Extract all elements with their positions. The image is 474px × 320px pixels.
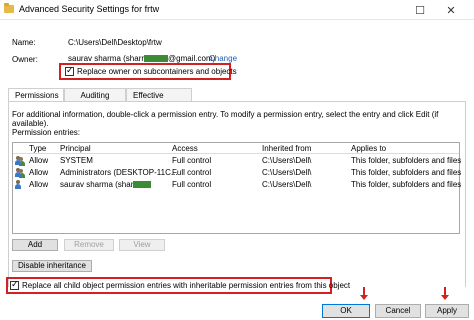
cell-access: Full control (172, 168, 212, 177)
cell-principal: saurav sharma (shar (60, 180, 152, 189)
table-header: Type Principal Access Inherited from App… (13, 143, 459, 154)
apply-button[interactable]: Apply (425, 304, 469, 318)
permission-entries-label: Permission entries: (12, 128, 81, 137)
replace-child-checkbox[interactable] (10, 279, 19, 290)
folder-icon (4, 3, 14, 13)
arrow-icon (360, 287, 368, 300)
cell-inherited: C:\Users\Dell\ (262, 156, 312, 165)
user-icon (15, 180, 25, 190)
table-row[interactable]: Allow saurav sharma (shar Full control C… (13, 179, 462, 191)
owner-label: Owner: (12, 55, 38, 64)
redacted-block (144, 55, 169, 63)
replace-owner-checkbox[interactable] (65, 65, 74, 76)
table-row[interactable]: Allow Administrators (DESKTOP-11C... Ful… (13, 167, 462, 179)
replace-owner-label: Replace owner on subcontainers and objec… (77, 67, 237, 76)
title-bar: Advanced Security Settings for frtw ☐ ✕ (0, 0, 474, 20)
cell-applies: This folder, subfolders and files (351, 180, 462, 189)
cell-principal: Administrators (DESKTOP-11C... (60, 168, 178, 177)
cancel-button[interactable]: Cancel (375, 304, 421, 318)
owner-value: saurav sharma (sharr @gmail.com) (68, 54, 215, 63)
ok-button[interactable]: OK (322, 304, 370, 318)
window-title: Advanced Security Settings for frtw (19, 4, 160, 14)
view-button[interactable]: View (119, 239, 165, 251)
name-value: C:\Users\Dell\Desktop\frtw (68, 38, 162, 47)
arrow-icon (441, 287, 449, 300)
cell-type: Allow (29, 168, 49, 177)
tab-auditing[interactable]: Auditing (64, 88, 126, 102)
owner-value-prefix: saurav sharma (sharr (68, 54, 145, 63)
add-button[interactable]: Add (12, 239, 58, 251)
cell-principal-text: saurav sharma (shar (60, 180, 134, 189)
cell-principal: SYSTEM (60, 156, 93, 165)
permission-table[interactable]: Type Principal Access Inherited from App… (12, 142, 462, 234)
cell-access: Full control (172, 156, 212, 165)
header-principal[interactable]: Principal (60, 144, 91, 153)
cell-type: Allow (29, 156, 49, 165)
remove-button[interactable]: Remove (64, 239, 114, 251)
cell-type: Allow (29, 180, 49, 189)
redacted-block (133, 181, 152, 189)
cell-access: Full control (172, 180, 212, 189)
info-text: For additional information, double-click… (12, 110, 439, 128)
cell-inherited: C:\Users\Dell\ (262, 180, 312, 189)
cell-applies: This folder, subfolders and files (351, 156, 462, 165)
tab-effective-access[interactable]: Effective Access (126, 88, 192, 113)
header-access[interactable]: Access (172, 144, 198, 153)
name-label: Name: (12, 38, 36, 47)
cell-inherited: C:\Users\Dell\ (262, 168, 312, 177)
users-icon (15, 168, 25, 178)
replace-child-label: Replace all child object permission entr… (22, 281, 351, 290)
disable-inheritance-button[interactable]: Disable inheritance (12, 260, 92, 272)
cell-applies: This folder, subfolders and files (351, 168, 462, 177)
change-owner-link[interactable]: Change (209, 54, 237, 63)
header-type[interactable]: Type (29, 144, 46, 153)
maximize-icon[interactable]: ☐ (405, 0, 435, 20)
header-inherited-from[interactable]: Inherited from (262, 144, 311, 153)
close-icon[interactable]: ✕ (436, 0, 466, 20)
table-row[interactable]: Allow SYSTEM Full control C:\Users\Dell\… (13, 155, 462, 167)
users-icon (15, 156, 25, 166)
header-applies-to[interactable]: Applies to (351, 144, 386, 153)
